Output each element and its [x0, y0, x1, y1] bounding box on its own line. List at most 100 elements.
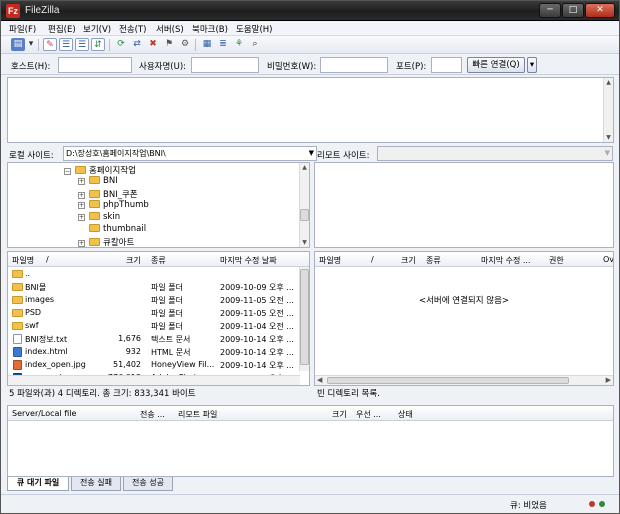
receive-indicator-icon — [599, 501, 605, 507]
col-status[interactable]: 상태 — [398, 409, 413, 420]
site-manager-icon[interactable]: ▤ — [11, 38, 25, 51]
tab-queued-files[interactable]: 큐 대기 파일 — [7, 477, 69, 491]
transfer-queue[interactable]: Server/Local file 전송 ... 리모트 파일 크기 우선 ..… — [7, 405, 614, 477]
file-modified: 2009-10-14 오후 ... — [220, 348, 294, 357]
toggle-remote-tree-icon[interactable]: ☰ — [75, 38, 89, 51]
minimize-button[interactable]: ─ — [539, 3, 561, 18]
close-button[interactable]: ✕ — [585, 3, 615, 18]
col-priority[interactable]: 우선 ... — [356, 409, 381, 420]
col-owner[interactable]: Ov — [603, 255, 613, 264]
table-row[interactable]: BNI몰 파일 폴더 2009-10-09 오후 ... — [8, 281, 309, 294]
tree-item[interactable]: − 홈페이지작업 — [64, 164, 136, 176]
username-input[interactable] — [191, 57, 259, 73]
chevron-down-icon[interactable]: ▼ — [605, 147, 610, 160]
table-row[interactable]: images 파일 폴더 2009-11-05 오전 ... — [8, 294, 309, 307]
toggle-local-tree-icon[interactable]: ☰ — [59, 38, 73, 51]
tab-failed-transfers[interactable]: 전송 실패 — [71, 477, 121, 491]
reconnect-icon[interactable]: ⚙ — [178, 38, 192, 51]
process-queue-icon[interactable]: ⇄ — [130, 38, 144, 51]
scroll-left-icon[interactable]: ◀ — [317, 376, 322, 384]
remote-site-bar: 리모트 사이트: ▼ — [317, 146, 615, 162]
filelist-hscrollbar[interactable] — [8, 375, 300, 385]
menu-file[interactable]: 파일(F) — [9, 23, 36, 35]
table-row[interactable]: .. — [8, 268, 309, 281]
table-row[interactable]: index_open.jpg 51,402 HoneyView Fil... 2009… — [8, 359, 309, 372]
quickconnect-button[interactable]: 빠른 연결(Q) — [467, 57, 525, 73]
local-path-input[interactable]: D:\장성호\홈페이지작업\BNI\ ▼ — [63, 146, 317, 161]
cancel-icon[interactable]: ✖ — [146, 38, 160, 51]
port-input[interactable] — [431, 57, 462, 73]
tree-item[interactable]: + BNI — [78, 176, 118, 188]
table-row[interactable]: swf 파일 폴더 2009-11-04 오전 ... — [8, 320, 309, 333]
menu-edit[interactable]: 편집(E) — [48, 23, 76, 35]
col-filename[interactable]: 파일명 — [12, 255, 34, 266]
chevron-down-icon[interactable]: ▼ — [309, 147, 314, 160]
dropdown-arrow-icon[interactable]: ▾ — [27, 38, 35, 51]
sync-browse-icon[interactable]: ⚘ — [232, 38, 246, 51]
refresh-icon[interactable]: ⟳ — [114, 38, 128, 51]
menu-help[interactable]: 도움말(H) — [236, 23, 272, 35]
file-size: 1,676 — [118, 334, 141, 343]
col-filename[interactable]: 파일명 — [319, 255, 341, 266]
col-size[interactable]: 크기 — [126, 255, 141, 266]
remote-file-list[interactable]: 파일명 / 크기 종류 마지막 수정 ... 권한 Ov <서버에 연결되지 않… — [314, 251, 614, 386]
log-scrollbar[interactable]: ▲ ▼ — [603, 78, 613, 142]
table-row[interactable]: index.html 932 HTML 문서 2009-10-14 오후 ... — [8, 346, 309, 359]
scroll-thumb[interactable] — [327, 377, 569, 384]
filezilla-icon: Fz — [6, 4, 20, 18]
remote-hscrollbar[interactable]: ◀ ▶ — [315, 375, 613, 385]
message-log[interactable]: ▲ ▼ — [7, 77, 614, 143]
toggle-queue-icon[interactable]: ⇵ — [91, 38, 105, 51]
tree-item[interactable]: + BNI_쿠폰 — [78, 188, 138, 200]
title-bar[interactable]: Fz FileZilla ─ □ ✕ — [1, 1, 619, 21]
quickconnect-dropdown-button[interactable]: ▾ — [527, 57, 537, 73]
maximize-button[interactable]: □ — [562, 3, 584, 18]
scroll-thumb[interactable] — [300, 269, 309, 365]
tab-successful-transfers[interactable]: 전송 성공 — [123, 477, 173, 491]
user-label: 사용자명(U): — [139, 62, 186, 72]
scroll-down-icon[interactable]: ▼ — [604, 133, 613, 142]
toggle-log-icon[interactable]: ✎ — [43, 38, 57, 51]
password-input[interactable] — [320, 57, 388, 73]
scroll-up-icon[interactable]: ▲ — [604, 78, 613, 87]
local-file-list[interactable]: 파일명 / 크기 종류 마지막 수정 날짜 .. BNI몰 파일 폴더 2009-10… — [7, 251, 310, 386]
col-remote-file[interactable]: 리모트 파일 — [178, 409, 217, 420]
compare-icon[interactable]: ≣ — [216, 38, 230, 51]
table-row[interactable]: PSD 파일 폴더 2009-11-05 오전 ... — [8, 307, 309, 320]
scroll-up-icon[interactable]: ▲ — [300, 163, 309, 172]
col-direction[interactable]: 전송 ... — [140, 409, 165, 420]
col-type[interactable]: 종류 — [151, 255, 166, 266]
menu-server[interactable]: 서버(S) — [156, 23, 184, 35]
folder-icon — [12, 296, 23, 304]
col-type[interactable]: 종류 — [426, 255, 441, 266]
remote-tree[interactable] — [314, 162, 614, 248]
tree-item[interactable]: + phpThumb — [78, 200, 149, 212]
col-size[interactable]: 크기 — [401, 255, 416, 266]
col-modified[interactable]: 마지막 수정 날짜 — [220, 255, 277, 266]
tree-item[interactable]: thumbnail — [89, 224, 146, 236]
col-size[interactable]: 크기 — [332, 409, 347, 420]
menu-bookmarks[interactable]: 북마크(B) — [192, 23, 228, 35]
filelist-scrollbar[interactable] — [299, 267, 309, 371]
remote-path-input[interactable]: ▼ — [377, 146, 613, 161]
col-server-local[interactable]: Server/Local file — [12, 409, 76, 418]
scroll-right-icon[interactable]: ▶ — [606, 376, 611, 384]
search-icon[interactable]: ⌕ — [248, 38, 262, 51]
disconnect-icon[interactable]: ⚑ — [162, 38, 176, 51]
col-modified[interactable]: 마지막 수정 ... — [481, 255, 531, 266]
tree-item[interactable]: + 큐칼아트 — [78, 236, 134, 247]
host-input[interactable] — [58, 57, 132, 73]
scroll-thumb[interactable] — [300, 209, 309, 221]
local-tree[interactable]: − 홈페이지작업 + BNI + BNI_쿠폰 + phpThumb + skin thu… — [7, 162, 310, 248]
menu-view[interactable]: 보기(V) — [83, 23, 111, 35]
scroll-down-icon[interactable]: ▼ — [300, 238, 309, 247]
file-size: 51,402 — [113, 360, 141, 369]
table-row[interactable]: BNI정보.txt 1,676 텍스트 문서 2009-10-14 오후 ... — [8, 333, 309, 346]
menu-transfer[interactable]: 전송(T) — [119, 23, 146, 35]
tree-item[interactable]: + skin — [78, 212, 120, 224]
filter-icon[interactable]: ▦ — [200, 38, 214, 51]
file-type: 텍스트 문서 — [151, 335, 191, 344]
file-type: 파일 폴더 — [151, 283, 183, 292]
col-permissions[interactable]: 권한 — [549, 255, 564, 266]
tree-scrollbar[interactable]: ▲ ▼ — [299, 163, 309, 247]
